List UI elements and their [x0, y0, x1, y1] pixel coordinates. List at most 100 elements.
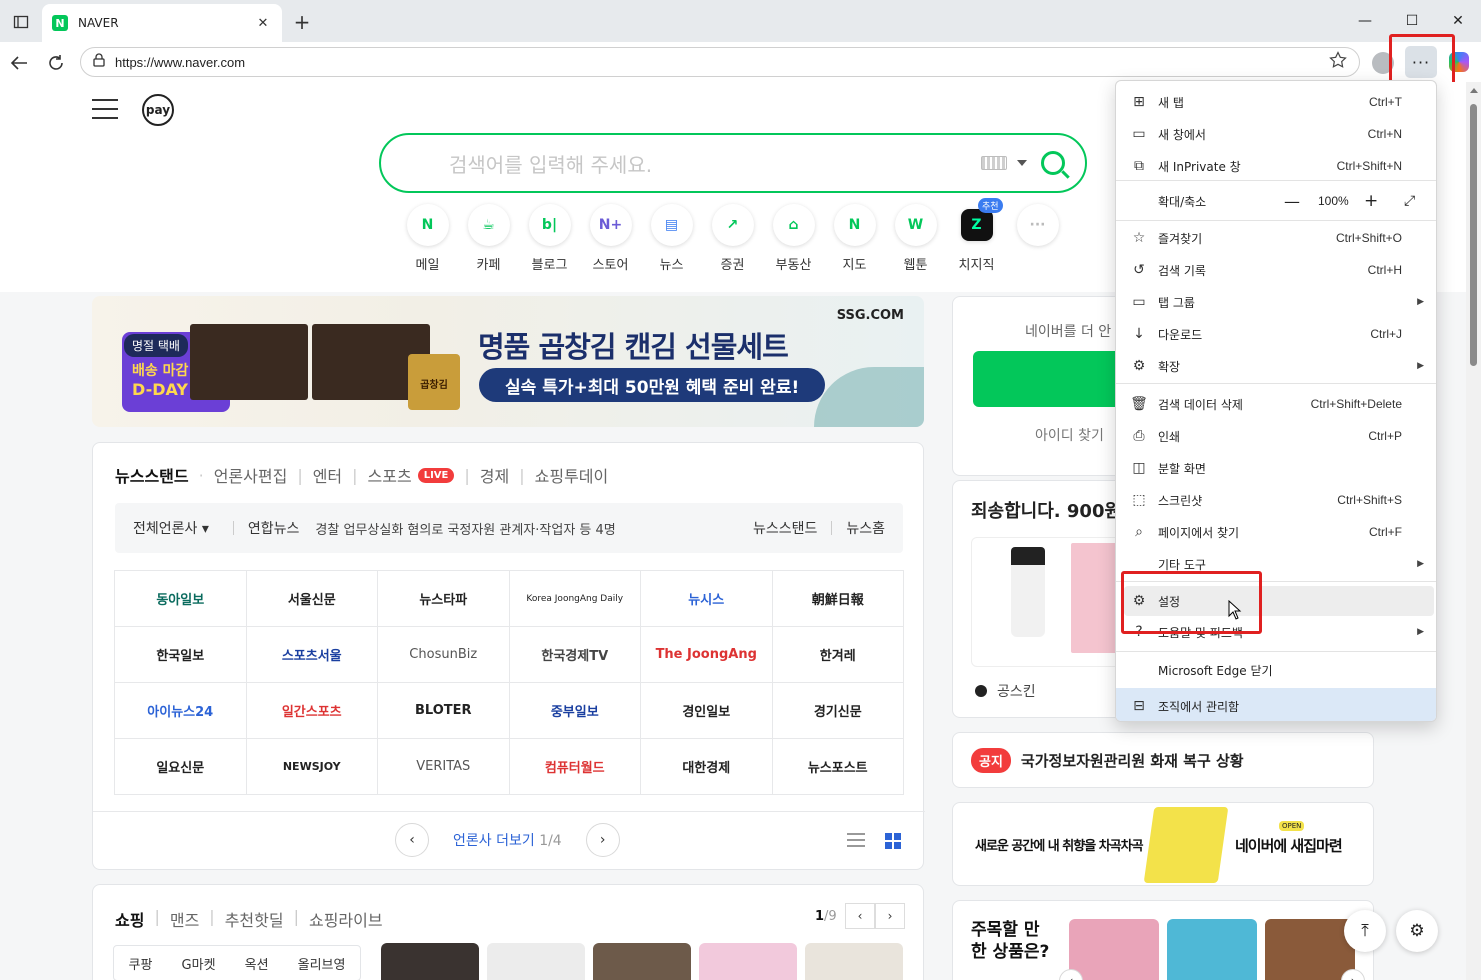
hamburger-menu-icon[interactable] [92, 99, 118, 119]
favorite-star-icon[interactable] [1329, 51, 1347, 73]
refresh-icon[interactable] [43, 50, 69, 76]
shortcut-more[interactable]: ··· [1007, 204, 1068, 273]
press-logo[interactable]: 서울신문 [246, 571, 378, 627]
menu-item-new-window[interactable]: ▭ 새 창에서 Ctrl+N [1116, 119, 1436, 149]
prev-button[interactable]: ‹ [845, 903, 875, 929]
scroll-up-icon[interactable] [1470, 88, 1478, 93]
menu-item-tab-groups[interactable]: ▭ 탭 그룹 ▶ [1116, 287, 1436, 317]
menu-item-downloads[interactable]: ↓ 다운로드 Ctrl+J [1116, 319, 1436, 349]
press-logo[interactable]: 朝鮮日報 [772, 571, 904, 627]
tab-press-edit[interactable]: 언론사편집 [214, 463, 288, 487]
gear-icon[interactable]: ⚙ [1396, 910, 1438, 952]
link-news-home[interactable]: 뉴스홈 [846, 518, 885, 538]
menu-item-favorites[interactable]: ☆ 즐겨찾기 Ctrl+Shift+O [1116, 223, 1436, 253]
subtab-oliveyoung[interactable]: 올리브영 [298, 954, 346, 973]
menu-item-screenshot[interactable]: ⬚ 스크린샷 Ctrl+Shift+S [1116, 485, 1436, 515]
prev-page-button[interactable]: ‹ [395, 823, 429, 857]
press-logo[interactable]: 스포츠서울 [246, 627, 378, 683]
menu-item-clear-data[interactable]: 🗑 검색 데이터 삭제 Ctrl+Shift+Delete [1116, 389, 1436, 419]
all-press-dropdown[interactable]: 전체언론사 ▾ [133, 518, 209, 538]
press-logo[interactable]: 중부일보 [509, 683, 641, 739]
press-logo[interactable]: 뉴스타파 [378, 571, 510, 627]
zoom-in-button[interactable]: + [1364, 191, 1378, 211]
press-logo[interactable]: BLOTER [378, 683, 510, 739]
scrollbar-thumb[interactable] [1470, 104, 1477, 366]
more-press-link[interactable]: 언론사 더보기 1/4 [453, 830, 562, 850]
subtab-coupang[interactable]: 쿠팡 [129, 954, 153, 973]
press-logo[interactable]: 한국일보 [115, 627, 247, 683]
tab-economy[interactable]: 경제 [480, 463, 509, 487]
brand-row[interactable]: 공스킨 [975, 681, 1036, 701]
shortcut-map[interactable]: N 지도 [824, 204, 885, 273]
tab-shopping[interactable]: 쇼핑 [115, 907, 144, 931]
product-image[interactable] [1167, 919, 1257, 980]
tab-newsstand[interactable]: 뉴스스탠드 [115, 463, 189, 487]
chevron-down-icon[interactable] [1017, 160, 1027, 166]
tab-shopping-live[interactable]: 쇼핑라이브 [309, 907, 383, 931]
press-logo[interactable]: Korea JoongAng Daily [509, 571, 641, 627]
press-logo[interactable]: 한겨레 [772, 627, 904, 683]
tab-entertainment[interactable]: 엔터 [313, 463, 342, 487]
press-logo[interactable]: The JoongAng [641, 627, 773, 683]
press-logo[interactable]: 경기신문 [772, 683, 904, 739]
shortcut-news[interactable]: ▤ 뉴스 [641, 204, 702, 273]
press-logo[interactable]: 동아일보 [115, 571, 247, 627]
product-image[interactable] [381, 943, 479, 980]
shortcut-stock[interactable]: ↗ 증권 [702, 204, 763, 273]
maximize-button[interactable]: ☐ [1392, 8, 1432, 34]
press-logo[interactable]: 뉴스포스트 [772, 739, 904, 795]
news-source[interactable]: 연합뉴스 [248, 518, 300, 538]
press-logo[interactable]: NEWSJOY [246, 739, 378, 795]
press-logo[interactable]: 뉴시스 [641, 571, 773, 627]
fullscreen-icon[interactable]: ⤢ [1404, 193, 1415, 209]
menu-item-new-tab[interactable]: ⊞ 새 탭 Ctrl+T [1116, 87, 1436, 117]
list-view-icon[interactable] [847, 833, 865, 847]
press-logo[interactable]: 일요신문 [115, 739, 247, 795]
tab-hotdeal[interactable]: 추천핫딜 [225, 907, 284, 931]
new-tab-button[interactable]: + [290, 10, 314, 34]
shortcut-chzzk[interactable]: Z 추천 치지직 [946, 198, 1007, 273]
keyboard-icon[interactable] [981, 156, 1007, 170]
naver-pay-icon[interactable]: pay [142, 94, 174, 126]
next-button[interactable]: › [875, 903, 905, 929]
press-logo[interactable]: 아이뉴스24 [115, 683, 247, 739]
menu-item-find-on-page[interactable]: ⌕ 페이지에서 찾기 Ctrl+F [1116, 517, 1436, 547]
product-image[interactable] [699, 943, 797, 980]
press-logo[interactable]: 일간스포츠 [246, 683, 378, 739]
notice-bar[interactable]: 공지 국가정보자원관리원 화재 복구 상황 [952, 732, 1374, 788]
zoom-out-button[interactable]: — [1284, 192, 1300, 211]
tab-sports[interactable]: 스포츠 [368, 463, 412, 487]
shortcut-mail[interactable]: N 메일 [397, 204, 458, 273]
subtab-gmarket[interactable]: G마켓 [182, 954, 216, 973]
menu-item-split-screen[interactable]: ◫ 분할 화면 [1116, 453, 1436, 483]
search-icon[interactable] [1041, 151, 1065, 175]
press-logo[interactable]: VERITAS [378, 739, 510, 795]
next-page-button[interactable]: › [585, 823, 620, 857]
next-button[interactable]: › [1341, 969, 1365, 980]
menu-item-inprivate[interactable]: ⧉ 새 InPrivate 창 Ctrl+Shift+N [1116, 151, 1436, 181]
shortcut-realestate[interactable]: ⌂ 부동산 [763, 204, 824, 273]
promo-banner[interactable]: 새로운 공간에 내 취향을 차곡차곡 OPEN 네이버에 새집마련 [952, 802, 1374, 886]
ad-title[interactable]: 죄송합니다. 900원 [971, 497, 1121, 523]
press-logo[interactable]: 컴퓨터월드 [509, 739, 641, 795]
menu-item-extensions[interactable]: ⚙ 확장 ▶ [1116, 351, 1436, 381]
grid-view-icon[interactable] [885, 833, 901, 849]
scrollbar[interactable] [1466, 82, 1481, 980]
press-logo[interactable]: 대한경제 [641, 739, 773, 795]
shortcut-webtoon[interactable]: W 웹툰 [885, 204, 946, 273]
tab-actions-icon[interactable] [8, 9, 34, 35]
close-tab-icon[interactable]: ✕ [254, 14, 272, 32]
link-newsstand[interactable]: 뉴스스탠드 [753, 518, 817, 538]
product-image[interactable] [805, 943, 903, 980]
product-image[interactable] [487, 943, 585, 980]
menu-item-close-edge[interactable]: Microsoft Edge 닫기 [1116, 655, 1436, 685]
product-image[interactable] [1069, 919, 1159, 980]
shortcut-blog[interactable]: b| 블로그 [519, 204, 580, 273]
shortcut-store[interactable]: N+ 스토어 [580, 204, 641, 273]
news-headline[interactable]: 경찰 업무상실화 혐의로 국정자원 관계자·작업자 등 4명 [315, 519, 739, 538]
tab-naver[interactable]: N NAVER ✕ [42, 4, 282, 42]
shortcut-cafe[interactable]: ☕ 카페 [458, 204, 519, 273]
back-arrow-icon[interactable] [6, 50, 32, 76]
url-field[interactable]: https://www.naver.com [80, 47, 1360, 77]
menu-item-history[interactable]: ↺ 검색 기록 Ctrl+H [1116, 255, 1436, 285]
